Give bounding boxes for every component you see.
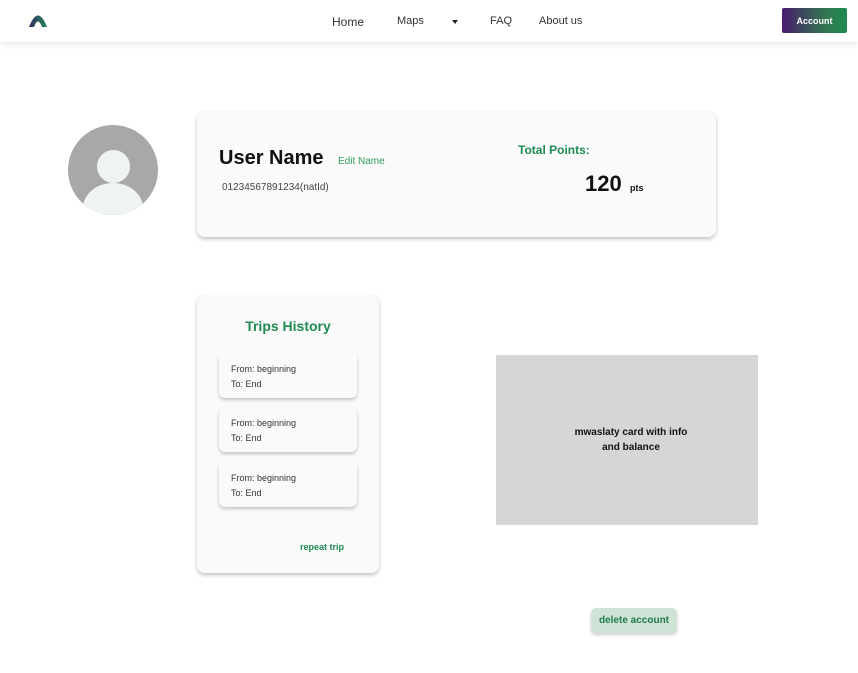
- trip-from: From: beginning: [231, 473, 297, 483]
- nav-faq-link[interactable]: FAQ: [490, 15, 512, 27]
- logo-icon[interactable]: [28, 12, 48, 28]
- account-button[interactable]: Account: [782, 8, 847, 33]
- delete-account-button[interactable]: delete account: [591, 608, 677, 633]
- caret-down-icon[interactable]: [452, 20, 458, 24]
- edit-name-link[interactable]: Edit Name: [338, 156, 385, 167]
- trip-item[interactable]: From: beginning To: End: [219, 353, 357, 398]
- avatar-head-shape: [97, 150, 130, 183]
- trip-item[interactable]: From: beginning To: End: [219, 407, 357, 452]
- mwaslaty-card-placeholder: mwaslaty card with info and balance: [496, 355, 758, 525]
- trip-to: To: End: [231, 488, 262, 498]
- user-name: User Name: [219, 147, 324, 169]
- repeat-trip-link[interactable]: repeat trip: [300, 542, 344, 552]
- avatar: [68, 125, 158, 215]
- nav-maps-link[interactable]: Maps: [397, 15, 424, 27]
- profile-card: User Name Edit Name 01234567891234(natId…: [197, 112, 716, 237]
- nav-home-link[interactable]: Home: [332, 15, 364, 29]
- trip-from: From: beginning: [231, 418, 297, 428]
- card-placeholder-text: mwaslaty card with info and balance: [574, 427, 688, 453]
- trips-history-card: Trips History From: beginning To: End Fr…: [197, 295, 379, 573]
- national-id: 01234567891234(natId): [222, 182, 329, 193]
- avatar-body-shape: [83, 183, 143, 215]
- trip-to: To: End: [231, 379, 262, 389]
- trips-history-title: Trips History: [245, 318, 331, 334]
- nav-about-link[interactable]: About us: [539, 15, 582, 27]
- points-value: 120: [585, 171, 622, 196]
- trip-to: To: End: [231, 433, 262, 443]
- top-navbar: Home Maps FAQ About us Account: [0, 0, 858, 42]
- total-points-label: Total Points:: [518, 143, 590, 157]
- trip-item[interactable]: From: beginning To: End: [219, 462, 357, 507]
- points-unit: pts: [630, 183, 644, 193]
- trip-from: From: beginning: [231, 364, 297, 374]
